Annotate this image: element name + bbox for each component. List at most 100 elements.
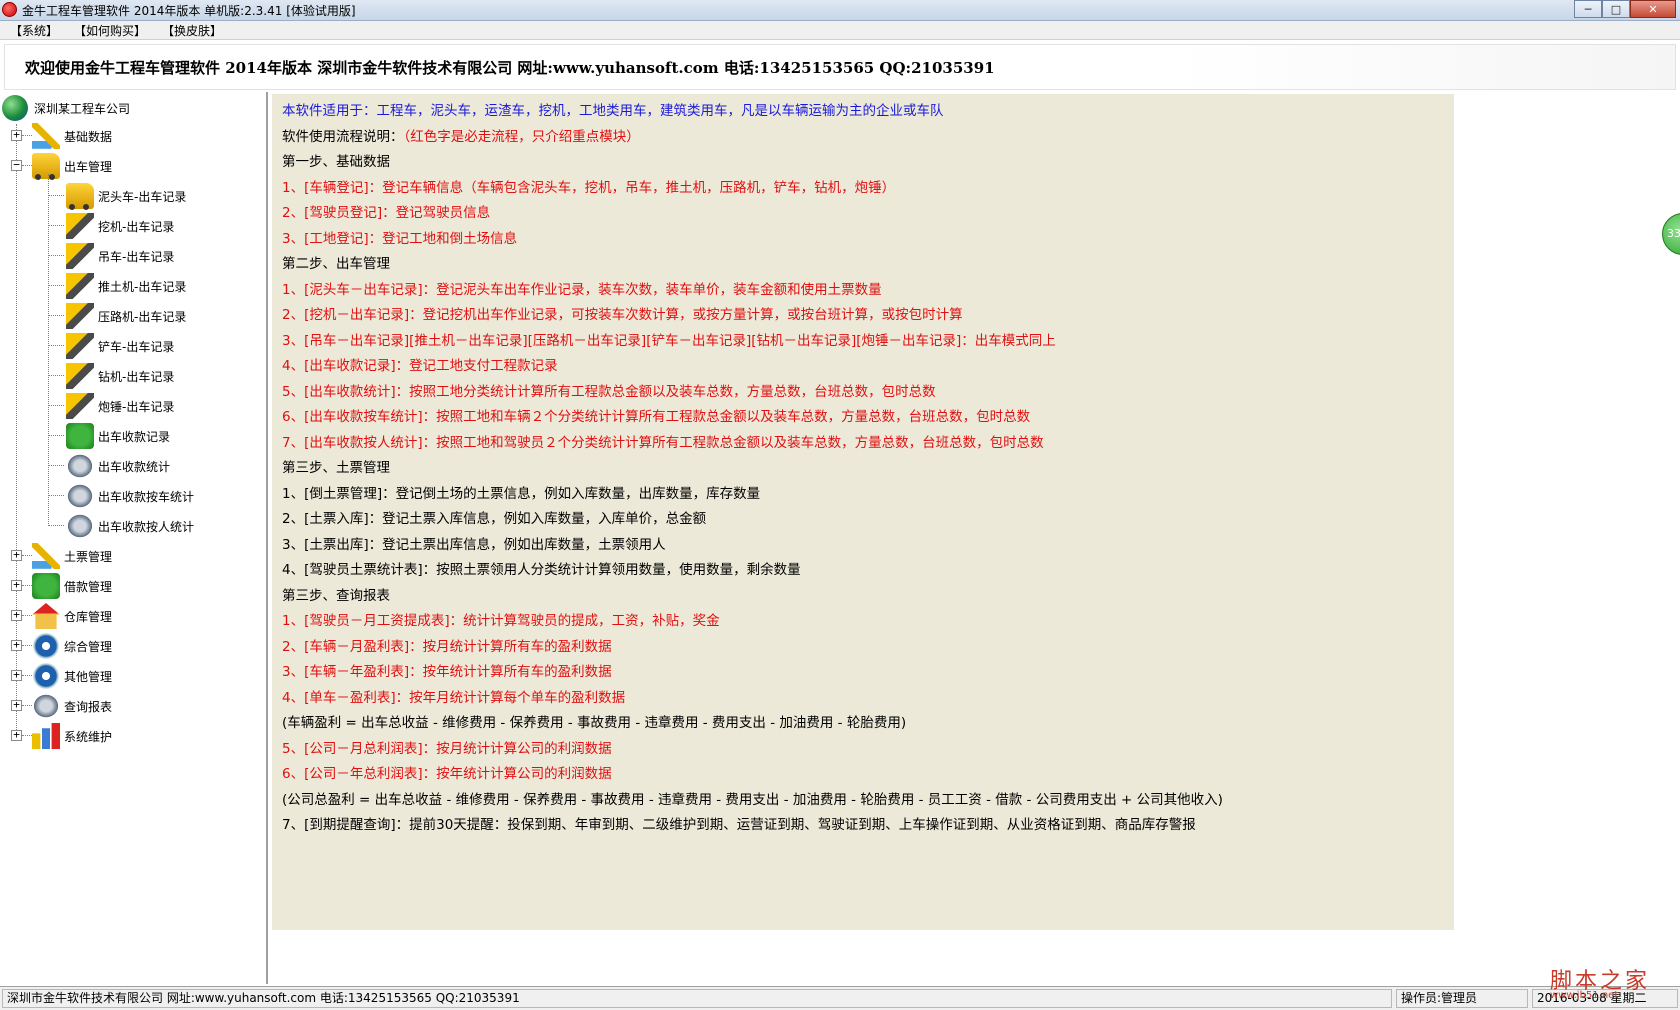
instruction-line: 2、[驾驶员登记]：登记驾驶员信息	[282, 205, 491, 221]
instruction-line: 第三步、查询报表	[282, 587, 390, 604]
instruction-line: 7、[出车收款按人统计]：按照工地和驾驶员２个分类统计计算所有工程款总金额以及装…	[282, 434, 1044, 451]
instruction-line: 5、[公司－月总利润表]：按月统计计算公司的利润数据	[282, 740, 612, 757]
tree-expander-icon[interactable]: +	[11, 639, 22, 651]
tree-item-label: 出车收款记录	[98, 429, 171, 444]
instruction-line: 2、[土票入库]：登记土票入库信息，例如入库数量，入库单价，总金额	[282, 511, 707, 527]
tree-expander-icon[interactable]: −	[11, 159, 22, 171]
tree-item[interactable]: 泥头车-出车记录	[66, 182, 186, 210]
dish-icon	[66, 483, 94, 509]
tree-item-label: 出车管理	[64, 159, 113, 174]
drill-icon	[66, 363, 94, 389]
tree-item-label: 铲车-出车记录	[98, 339, 175, 354]
welcome-banner: 欢迎使用金牛工程车管理软件 2014年版本 深圳市金牛软件技术有限公司 网址:w…	[4, 44, 1676, 90]
instruction-line: 5、[出车收款统计]：按照工地分类统计计算所有工程款总金额以及装车总数，方量总数…	[282, 383, 936, 400]
tree-expander-icon[interactable]: +	[11, 669, 22, 681]
dish-icon	[66, 513, 94, 539]
tree-item[interactable]: 钻机-出车记录	[66, 362, 174, 390]
tree-item[interactable]: 出车收款按人统计	[66, 512, 194, 540]
tree-expander-icon[interactable]: +	[11, 579, 22, 591]
menu-change-skin[interactable]: 【换皮肤】	[156, 22, 228, 39]
tree-item[interactable]: 推土机-出车记录	[66, 272, 186, 300]
dish-icon	[32, 693, 60, 719]
instruction-line: 3、[工地登记]：登记工地和倒土场信息	[282, 230, 518, 247]
tree-item-label: 土票管理	[64, 549, 113, 564]
menu-how-to-buy[interactable]: 【如何购买】	[68, 22, 152, 39]
tree-item-label: 仓库管理	[64, 609, 113, 624]
instruction-line: 4、[单车－盈利表]：按年月统计计算每个单车的盈利数据	[282, 689, 626, 706]
instruction-line: 3、[吊车－出车记录][推土机－出车记录][压路机－出车记录][铲车－出车记录]…	[282, 332, 1056, 349]
tree-expander-icon[interactable]: +	[11, 549, 22, 561]
tree-item[interactable]: 压路机-出车记录	[66, 302, 186, 330]
tree-expander-icon[interactable]: +	[11, 729, 22, 741]
instruction-line: 1、[倒土票管理]：登记倒土场的土票信息，例如入库数量，出库数量，库存数量	[282, 485, 761, 502]
instruction-line: 本软件适用于：工程车，泥头车，运渣车，挖机，工地类用车，建筑类用车，凡是以车辆运…	[282, 103, 944, 119]
tree-group[interactable]: 出车管理	[32, 152, 112, 180]
instruction-line: 软件使用流程说明：（红色字是必走流程，只介绍重点模块）	[272, 125, 1454, 151]
menu-bar: 【系统】 【如何购买】 【换皮肤】	[0, 21, 1680, 40]
tree-item-label: 出车收款按人统计	[98, 519, 195, 534]
close-button[interactable]: ✕	[1630, 0, 1676, 18]
instruction-line: 第二步、出车管理	[282, 256, 390, 272]
tree-item[interactable]: 挖机-出车记录	[66, 212, 174, 240]
tree-item[interactable]: 吊车-出车记录	[66, 242, 174, 270]
menu-system[interactable]: 【系统】	[4, 22, 64, 39]
instruction-line-note: （红色字是必走流程，只介绍重点模块）	[403, 128, 640, 145]
tree-group[interactable]: 其他管理	[32, 662, 112, 690]
tree-item[interactable]: 炮锤-出车记录	[66, 392, 174, 420]
tree-item-label: 其他管理	[64, 669, 113, 684]
status-operator: 操作员:管理员	[1396, 989, 1528, 1008]
tree-expander-icon[interactable]: +	[11, 609, 22, 621]
tree-group[interactable]: 系统维护	[32, 722, 112, 750]
crane-icon	[66, 243, 94, 269]
chart-icon	[32, 723, 60, 749]
tree-item[interactable]: 出车收款记录	[66, 422, 170, 450]
house-icon	[32, 603, 60, 629]
gear-icon	[32, 663, 60, 689]
minimize-button[interactable]: ─	[1574, 0, 1602, 18]
tree-item-label: 炮锤-出车记录	[98, 399, 175, 414]
tree-group[interactable]: 基础数据	[32, 122, 112, 150]
status-company: 深圳市金牛软件技术有限公司 网址:www.yuhansoft.com 电话:13…	[2, 989, 1392, 1008]
gear-icon	[32, 633, 60, 659]
tree-group[interactable]: 借款管理	[32, 572, 112, 600]
instruction-line-prefix: 软件使用流程说明：	[282, 128, 404, 145]
instruction-line: 第一步、基础数据	[282, 154, 390, 170]
tree-group[interactable]: 仓库管理	[32, 602, 112, 630]
tree-root[interactable]: 深圳某工程车公司	[2, 94, 130, 122]
tree-item-label: 挖机-出车记录	[98, 219, 175, 234]
watermark-url: www.jb51.net	[1550, 990, 1619, 1001]
tree-expander-icon[interactable]: +	[11, 699, 22, 711]
instruction-line: 1、[驾驶员－月工资提成表]：统计计算驾驶员的提成，工资，补贴，奖金	[282, 613, 720, 629]
tree-item[interactable]: 出车收款按车统计	[66, 482, 194, 510]
tree-group[interactable]: 查询报表	[32, 692, 112, 720]
instruction-line: (公司总盈利 = 出车总收益 - 维修费用 - 保养费用 - 事故费用 - 违章…	[282, 791, 1223, 808]
maximize-button[interactable]: □	[1602, 0, 1630, 18]
money-icon	[32, 573, 60, 599]
tree-root-label: 深圳某工程车公司	[34, 101, 131, 116]
tree-group[interactable]: 综合管理	[32, 632, 112, 660]
pen-icon	[32, 543, 60, 569]
tree-item[interactable]: 铲车-出车记录	[66, 332, 174, 360]
dump-truck-icon	[66, 183, 94, 210]
loader-icon	[66, 333, 94, 359]
excavator-icon	[66, 213, 94, 239]
truck-icon	[32, 153, 60, 180]
hammer-icon	[66, 393, 94, 419]
instruction-line: (车辆盈利 = 出车总收益 - 维修费用 - 保养费用 - 事故费用 - 违章费…	[282, 715, 907, 731]
tree-item-label: 推土机-出车记录	[98, 279, 187, 294]
instruction-line: 第三步、土票管理	[282, 460, 390, 476]
instruction-line: 4、[驾驶员土票统计表]：按照土票领用人分类统计计算领用数量，使用数量，剩余数量	[282, 562, 801, 578]
instruction-line: 2、[挖机－出车记录]：登记挖机出车作业记录，可按装车次数计算，或按方量计算，或…	[282, 307, 963, 323]
tree-item[interactable]: 出车收款统计	[66, 452, 170, 480]
tree-group[interactable]: 土票管理	[32, 542, 112, 570]
title-bar: 金牛工程车管理软件 2014年版本 单机版:2.3.41 [体验试用版] ─ □…	[0, 0, 1680, 21]
tree-item-label: 泥头车-出车记录	[98, 189, 187, 204]
tree-item-label: 借款管理	[64, 579, 113, 594]
instruction-line: 2、[车辆－月盈利表]：按月统计计算所有车的盈利数据	[282, 638, 612, 655]
instruction-line: 3、[土票出库]：登记土票出库信息，例如出库数量，土票领用人	[282, 536, 666, 553]
instruction-line: 4、[出车收款记录]：登记工地支付工程款记录	[282, 358, 558, 374]
window-title: 金牛工程车管理软件 2014年版本 单机版:2.3.41 [体验试用版]	[22, 4, 356, 18]
status-bar: 深圳市金牛软件技术有限公司 网址:www.yuhansoft.com 电话:13…	[0, 986, 1680, 1010]
banner-text: 欢迎使用金牛工程车管理软件 2014年版本 深圳市金牛软件技术有限公司 网址:w…	[25, 59, 995, 77]
tree-expander-icon[interactable]: +	[11, 129, 22, 141]
